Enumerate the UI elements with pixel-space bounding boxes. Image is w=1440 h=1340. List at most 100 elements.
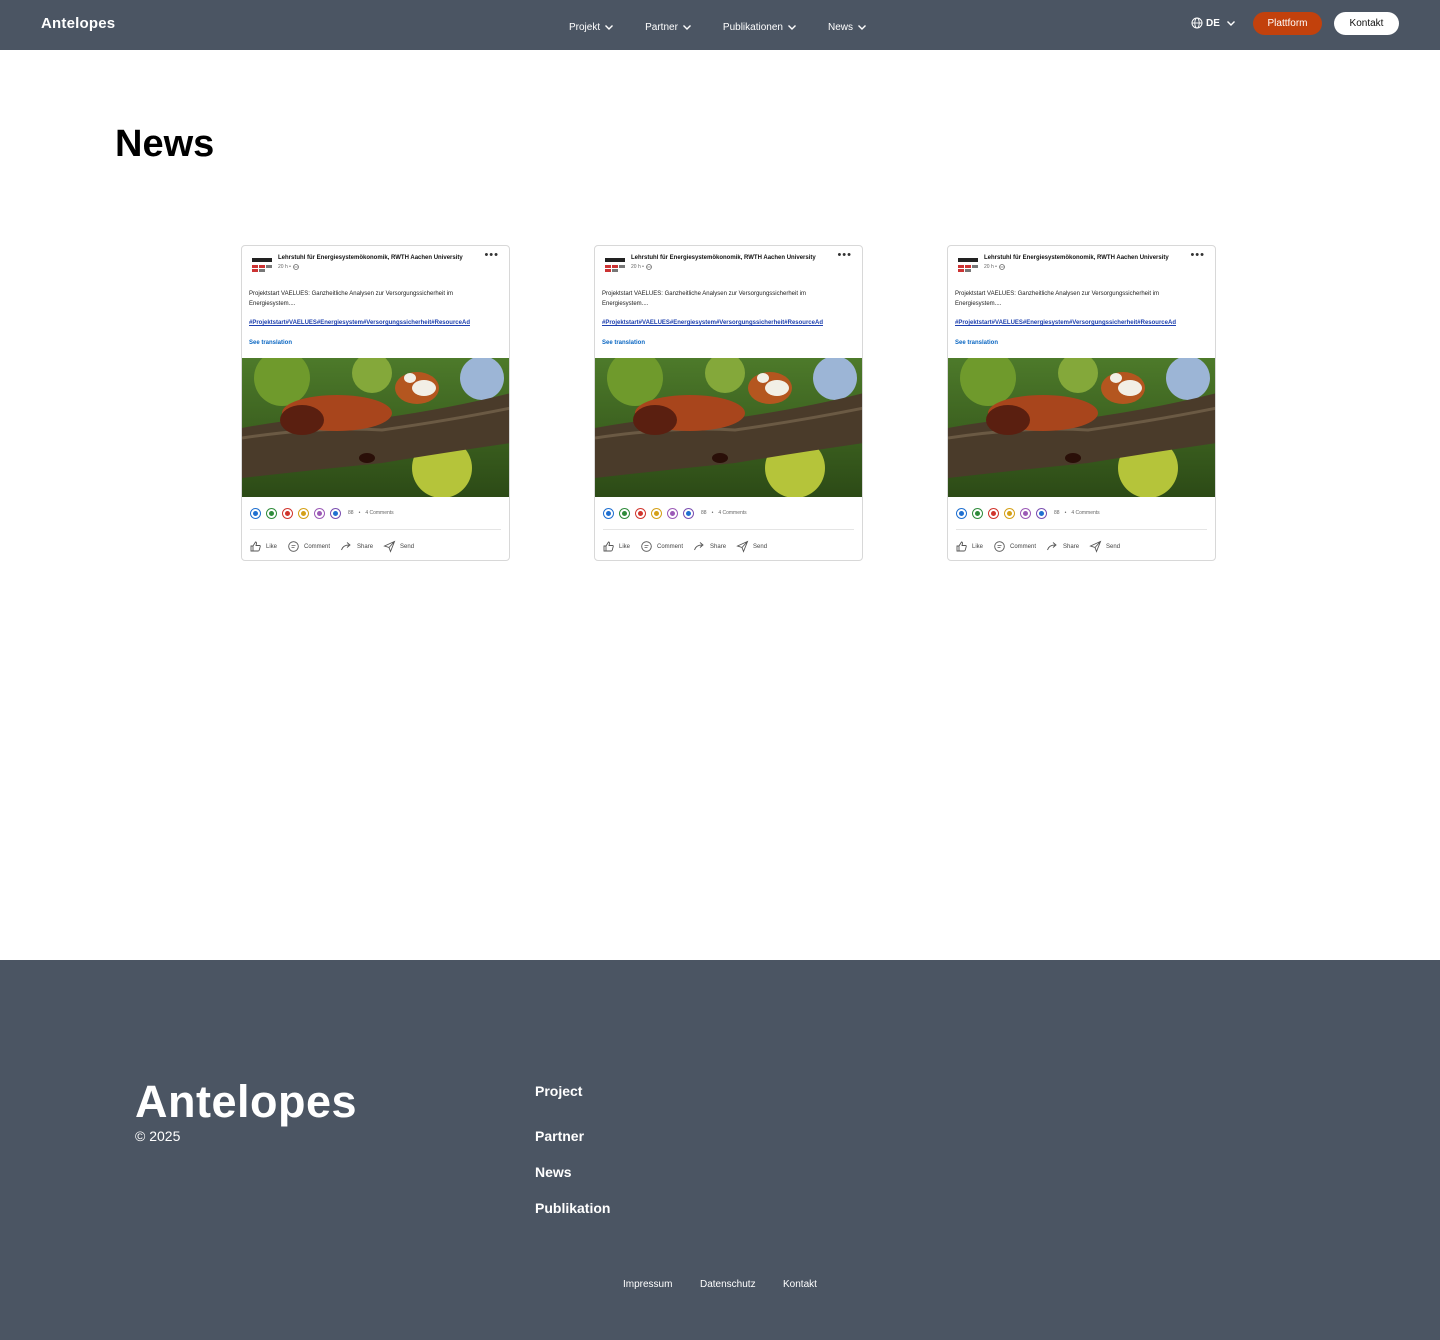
chevron-down-icon [605,25,614,30]
reaction-icon [988,507,999,519]
nav-partner[interactable]: Partner [645,18,692,33]
footer-link-partner[interactable]: Partner [535,1128,584,1144]
globe-icon [999,264,1005,270]
send-label: Send [1106,543,1121,550]
like-button[interactable]: Like [602,540,630,553]
reaction-count: 88 [348,510,354,516]
like-icon [956,541,967,552]
like-icon [250,541,261,552]
send-icon [1089,540,1102,553]
datenschutz-link[interactable]: Datenschutz [700,1279,756,1290]
nav-label: Projekt [569,21,601,33]
red-panda-photo [948,358,1215,497]
separator-dot: • [711,510,714,516]
reaction-icon [1020,507,1031,519]
post-actions: Like Comment Share Send [249,540,414,553]
reactions-row[interactable]: 88 • 4 Comments [603,507,747,519]
footer-link-publikation[interactable]: Publikation [535,1200,610,1216]
comment-icon [288,541,299,552]
comment-count[interactable]: 4 Comments [718,510,746,516]
news-post-card[interactable]: Lehrstuhl für Energiesystemökonomik, RWT… [594,245,863,561]
post-text: Projektstart VAELUES: Ganzheitliche Anal… [955,291,1159,307]
share-button[interactable]: Share [340,540,373,553]
divider [956,529,1207,530]
send-label: Send [753,543,768,550]
see-translation-link[interactable]: See translation [955,340,998,346]
more-icon[interactable]: ••• [484,249,499,261]
reaction-icon [972,507,983,519]
share-button[interactable]: Share [693,540,726,553]
reaction-icon [250,507,261,519]
send-icon [383,540,396,553]
post-hashtags[interactable]: #Projektstart#VAELUES#Energiesystem#Vers… [955,320,1176,326]
more-icon[interactable]: ••• [1190,249,1205,261]
globe-icon [293,264,299,270]
share-label: Share [710,543,727,550]
platform-button[interactable]: Plattform [1253,12,1322,35]
reactions-row[interactable]: 88 • 4 Comments [956,507,1100,519]
send-button[interactable]: Send [383,540,414,553]
share-button[interactable]: Share [1046,540,1079,553]
reaction-icon [603,507,614,519]
nav-label: Partner [645,21,678,33]
site-footer: Antelopes © 2025 Project Partner News Pu… [0,960,1440,1340]
impressum-link[interactable]: Impressum [623,1279,672,1290]
send-button[interactable]: Send [1089,540,1120,553]
share-icon [341,542,351,551]
separator-dot: • [358,510,361,516]
post-text: Projektstart VAELUES: Ganzheitliche Anal… [602,291,806,307]
post-author[interactable]: Lehrstuhl für Energiesystemökonomik, RWT… [278,255,463,261]
send-button[interactable]: Send [736,540,767,553]
share-icon [694,542,704,551]
separator-dot: • [1064,510,1067,516]
comment-button[interactable]: Comment [993,540,1036,553]
post-hashtags[interactable]: #Projektstart#VAELUES#Energiesystem#Vers… [602,320,823,326]
nav-publikationen[interactable]: Publikationen [723,18,797,33]
nav-news[interactable]: News [828,18,867,33]
comment-count[interactable]: 4 Comments [1071,510,1099,516]
footer-brand-logo[interactable]: Antelopes [135,1076,357,1128]
reaction-count: 88 [701,510,707,516]
nav-projekt[interactable]: Projekt [569,18,614,33]
brand-logo[interactable]: Antelopes [41,15,115,32]
share-label: Share [357,543,374,550]
footer-link-project[interactable]: Project [535,1083,582,1099]
top-navigation-bar: Antelopes Projekt Partner Publikationen … [0,0,1440,50]
see-translation-link[interactable]: See translation [602,340,645,346]
main-nav: Projekt Partner Publikationen News [569,0,867,50]
post-author[interactable]: Lehrstuhl für Energiesystemökonomik, RWT… [631,255,816,261]
language-selector[interactable]: DE [1191,17,1236,29]
post-actions: Like Comment Share Send [602,540,767,553]
reaction-count: 88 [1054,510,1060,516]
reaction-icon [667,507,678,519]
see-translation-link[interactable]: See translation [249,340,292,346]
comment-count[interactable]: 4 Comments [365,510,393,516]
comment-button[interactable]: Comment [640,540,683,553]
post-hashtags[interactable]: #Projektstart#VAELUES#Energiesystem#Vers… [249,320,470,326]
comment-button[interactable]: Comment [287,540,330,553]
reaction-icon [619,507,630,519]
news-post-card[interactable]: Lehrstuhl für Energiesystemökonomik, RWT… [947,245,1216,561]
red-panda-photo [242,358,509,497]
footer-link-news[interactable]: News [535,1164,572,1180]
nav-label: Publikationen [722,21,783,33]
reactions-row[interactable]: 88 • 4 Comments [250,507,394,519]
news-post-card[interactable]: Lehrstuhl für Energiesystemökonomik, RWT… [241,245,510,561]
post-author[interactable]: Lehrstuhl für Energiesystemökonomik, RWT… [984,255,1169,261]
like-label: Like [972,543,984,550]
chevron-down-icon [682,25,691,30]
reaction-icon [266,507,277,519]
reaction-icon [298,507,309,519]
like-button[interactable]: Like [249,540,277,553]
contact-button[interactable]: Kontakt [1334,12,1399,35]
footer-contact-link[interactable]: Kontakt [783,1279,817,1290]
post-time: 20 h • [631,264,644,270]
like-button[interactable]: Like [955,540,983,553]
post-meta: 20 h • [278,264,299,270]
divider [250,529,501,530]
more-icon[interactable]: ••• [837,249,852,261]
language-label: DE [1206,17,1220,29]
share-icon [1047,542,1057,551]
nav-label: News [827,21,853,33]
post-meta: 20 h • [984,264,1005,270]
